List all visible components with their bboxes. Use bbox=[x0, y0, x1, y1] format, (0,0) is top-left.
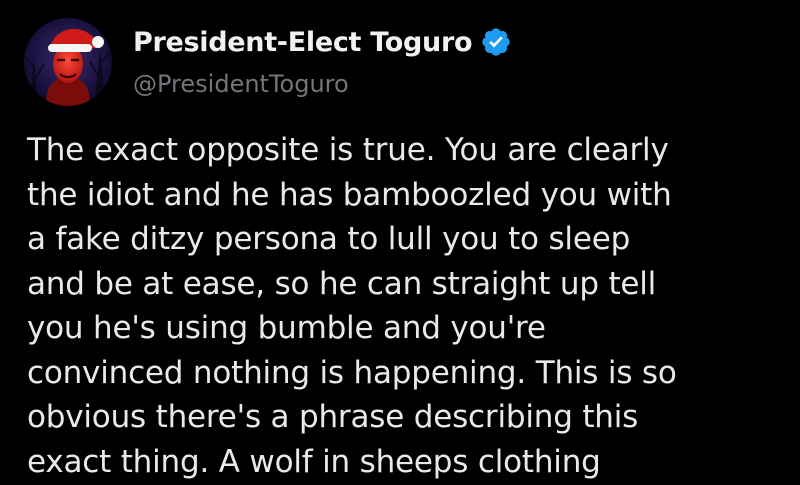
tweet-text-line: and be at ease, so he can straight up te… bbox=[27, 265, 657, 302]
tweet-text-line: exact thing. A wolf in sheeps clothing bbox=[27, 443, 601, 480]
avatar-santa-hat-portrait-icon bbox=[24, 18, 112, 106]
tweet-text-line: a fake ditzy persona to lull you to slee… bbox=[27, 221, 631, 257]
author-display-name[interactable]: President-Elect Toguro bbox=[133, 27, 473, 58]
tweet-text-line: you he's using bumble and you're bbox=[27, 310, 546, 346]
tweet-text: The exact opposite is true. You are clea… bbox=[27, 128, 797, 484]
tweet-text-line: The exact opposite is true. You are clea… bbox=[27, 132, 669, 168]
tweet-text-line: convinced nothing is happening. This is … bbox=[27, 354, 677, 391]
author-handle[interactable]: @PresidentToguro bbox=[133, 70, 349, 98]
author-name-row: President-Elect Toguro bbox=[133, 22, 512, 62]
tweet-card: President-Elect Toguro @PresidentToguro … bbox=[0, 0, 800, 485]
tweet-text-line: the idiot and he has bamboozled you with bbox=[27, 176, 672, 213]
tweet-text-line: obvious there's a phrase describing this bbox=[27, 399, 639, 435]
verified-check-badge-icon bbox=[480, 26, 512, 58]
author-avatar[interactable] bbox=[24, 18, 112, 106]
